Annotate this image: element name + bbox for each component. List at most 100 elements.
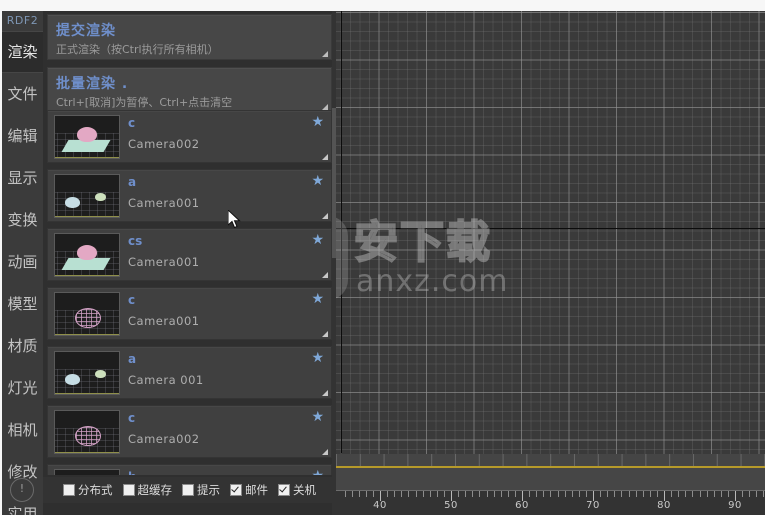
sidebar-item-相机[interactable]: 相机	[2, 409, 43, 451]
panel-scrollbar-thumb[interactable]	[332, 108, 336, 258]
job-list-item[interactable]: c Camera002 ★	[47, 405, 332, 458]
ruler-tick	[429, 490, 431, 497]
ruler-tick	[628, 490, 630, 497]
star-icon[interactable]: ★	[311, 174, 324, 188]
ruler-tick	[479, 490, 481, 497]
job-list-item[interactable]: b★	[47, 464, 332, 475]
timeline-body[interactable]	[336, 468, 765, 490]
job-camera-label: Camera 001	[128, 373, 204, 387]
sidebar-item-显示[interactable]: 显示	[2, 157, 43, 199]
ruler-tick	[408, 490, 410, 497]
resize-corner-icon[interactable]	[322, 213, 328, 219]
resize-corner-icon[interactable]	[322, 390, 328, 396]
job-list-item[interactable]: a Camera 001 ★	[47, 346, 332, 399]
ruler-tick	[699, 490, 701, 497]
job-thumbnail	[54, 410, 120, 454]
ruler-tick	[614, 490, 616, 497]
ruler-tick	[642, 490, 644, 497]
resize-corner-icon[interactable]	[322, 272, 328, 278]
ruler-tick	[543, 490, 545, 497]
viewport-vertical-axis	[341, 11, 342, 453]
resize-corner-icon[interactable]	[322, 154, 328, 160]
sidebar-item-动画[interactable]: 动画	[2, 241, 43, 283]
sidebar-item-灯光[interactable]: 灯光	[2, 367, 43, 409]
sidebar-item-变换[interactable]: 变换	[2, 199, 43, 241]
ruler-tick	[529, 490, 531, 497]
job-camera-label: Camera001	[128, 255, 200, 269]
ruler-tick	[585, 490, 587, 497]
job-thumbnail	[54, 233, 120, 277]
job-list-item[interactable]: a Camera001 ★	[47, 169, 332, 222]
job-title: c	[128, 411, 136, 425]
timeline-ruler[interactable]: 40 50 60 70 80 90	[336, 490, 765, 515]
star-icon[interactable]: ★	[311, 115, 324, 129]
ruler-tick	[500, 490, 502, 497]
sidebar-item-文件[interactable]: 文件	[2, 73, 43, 115]
ruler-tick	[415, 490, 417, 497]
ruler-tick	[536, 490, 538, 497]
option-checkbox-邮件[interactable]: 邮件	[230, 482, 268, 498]
sidebar-item-材质[interactable]: 材质	[2, 325, 43, 367]
sidebar-item-模型[interactable]: 模型	[2, 283, 43, 325]
ruler-label: 40	[373, 500, 387, 511]
ruler-tick	[365, 490, 367, 497]
star-icon[interactable]: ★	[311, 351, 324, 365]
sidebar-item-编辑[interactable]: 编辑	[2, 115, 43, 157]
mouse-cursor	[228, 210, 241, 229]
checkbox-icon[interactable]	[122, 484, 135, 496]
resize-corner-icon[interactable]	[322, 449, 328, 455]
job-list-item[interactable]: c Camera002 ★	[47, 110, 332, 163]
checkbox-icon[interactable]	[182, 484, 194, 496]
option-label: 超缓存	[137, 483, 173, 497]
ruler-tick	[394, 490, 396, 497]
star-icon[interactable]: ★	[311, 233, 324, 247]
job-camera-label: Camera001	[128, 314, 200, 328]
job-camera-label: Camera001	[128, 196, 200, 210]
checkbox-icon[interactable]	[230, 484, 242, 496]
ruler-label: 60	[515, 500, 529, 511]
star-icon[interactable]: ★	[311, 410, 324, 424]
ruler-tick	[600, 490, 602, 497]
timeline-track[interactable]	[336, 454, 765, 466]
job-list-item[interactable]: c Camera001 ★	[47, 287, 332, 340]
ruler-tick	[372, 490, 374, 497]
ruler-tick	[749, 490, 751, 497]
job-title: cs	[128, 234, 143, 248]
option-checkbox-关机[interactable]: 关机	[278, 482, 316, 498]
star-icon[interactable]: ★	[311, 292, 324, 306]
checkbox-icon[interactable]	[63, 484, 75, 496]
ruler-tick	[493, 490, 495, 497]
job-thumbnail	[54, 174, 120, 218]
option-checkbox-提示[interactable]: 提示	[182, 482, 220, 498]
ruler-tick	[763, 490, 765, 497]
ruler-tick	[720, 490, 722, 497]
render-job-list[interactable]: c Camera002 ★ a Camera001 ★ cs Camera001 ★ c Camer…	[47, 110, 332, 475]
ruler-tick	[656, 490, 658, 497]
ruler-tick	[550, 490, 552, 497]
submit-render-subtitle: 正式渲染（按Ctrl执行所有相机）	[56, 43, 219, 56]
ruler-tick	[443, 490, 445, 497]
resize-corner-icon[interactable]	[322, 51, 328, 57]
job-list-item[interactable]: cs Camera001 ★	[47, 228, 332, 281]
ruler-tick	[358, 490, 360, 497]
ruler-tick	[571, 490, 573, 497]
job-camera-label: Camera002	[128, 137, 200, 151]
ruler-tick	[472, 490, 474, 497]
submit-render-button[interactable]: 提交渲染 正式渲染（按Ctrl执行所有相机）	[47, 14, 332, 60]
viewport-grid[interactable]	[336, 11, 765, 515]
star-icon[interactable]: ★	[311, 469, 324, 475]
ruler-tick	[578, 490, 580, 497]
batch-render-button[interactable]: 批量渲染 . Ctrl+[取消]为暂停、Ctrl+点击清空	[47, 67, 332, 113]
job-title: a	[128, 352, 137, 366]
ruler-tick	[507, 490, 509, 497]
ruler-tick	[401, 490, 403, 497]
option-checkbox-超缓存[interactable]: 超缓存	[122, 482, 173, 498]
ruler-tick	[486, 490, 488, 497]
sidebar-item-渲染[interactable]: 渲染	[2, 31, 43, 73]
resize-corner-icon[interactable]	[322, 331, 328, 337]
viewport-horizontal-axis	[336, 228, 765, 229]
checkbox-icon[interactable]	[278, 484, 290, 496]
help-button[interactable]: !	[10, 478, 34, 502]
panel-scrollbar-track[interactable]	[332, 11, 336, 515]
option-checkbox-分布式[interactable]: 分布式	[63, 482, 113, 498]
